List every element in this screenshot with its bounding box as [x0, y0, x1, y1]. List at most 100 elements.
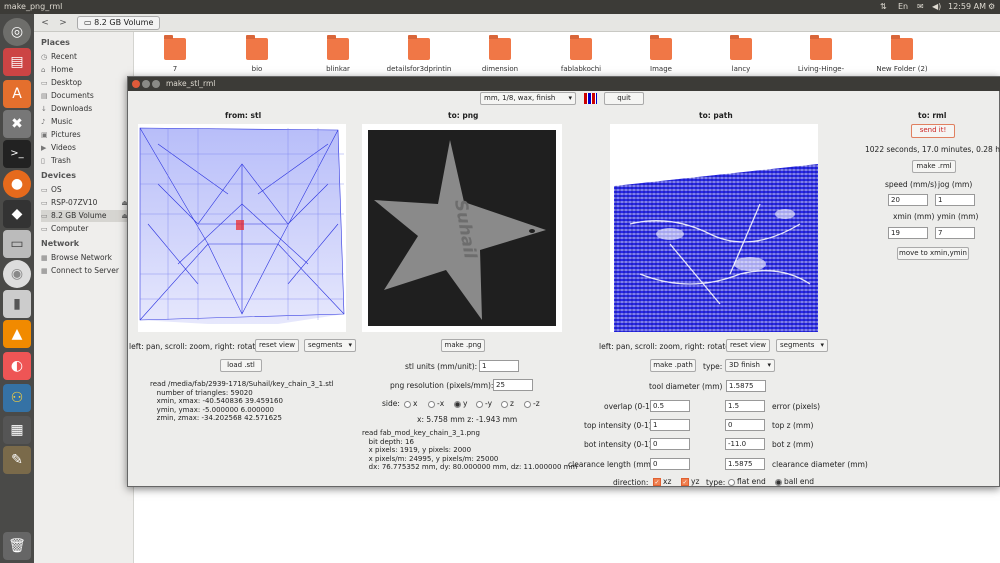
side-radio-x[interactable]: x: [404, 399, 417, 408]
sidebar-item-volume[interactable]: ▭ 8.2 GB Volume ⏏: [41, 210, 131, 222]
system-gear-icon[interactable]: ⚙: [988, 0, 995, 14]
bot-z-input[interactable]: -11.0: [725, 438, 765, 450]
breadcrumb[interactable]: ▭ 8.2 GB Volume: [77, 16, 161, 30]
side-label: side:: [382, 399, 400, 408]
side-radio-neg-y[interactable]: -y: [476, 399, 492, 408]
sidebar-item-rsp[interactable]: ▭ RSP-07ZV10 ⏏: [41, 197, 131, 209]
mail-icon[interactable]: ✉: [917, 0, 924, 14]
video-icon: ▶: [41, 144, 47, 152]
sidebar-item-os[interactable]: ▭ OS: [41, 184, 131, 196]
flat-end-radio[interactable]: flat end: [728, 477, 766, 486]
maximize-icon[interactable]: [152, 80, 160, 88]
top-intensity-input[interactable]: 1: [650, 419, 690, 431]
terminal-icon[interactable]: >_: [3, 140, 31, 168]
ball-end-radio[interactable]: ball end: [775, 477, 814, 486]
direction-yz-checkbox[interactable]: ✓ yz: [681, 477, 699, 486]
clock[interactable]: 12:59 AM: [948, 0, 986, 14]
path-type-select[interactable]: 3D finish ▾: [725, 359, 775, 372]
back-arrow-icon[interactable]: <: [38, 17, 52, 29]
minimize-icon[interactable]: [142, 80, 150, 88]
disc-icon[interactable]: ◉: [3, 260, 31, 288]
sidebar-item-connect-server[interactable]: ▦ Connect to Server: [41, 265, 131, 277]
side-radio-neg-z[interactable]: -z: [524, 399, 540, 408]
vlc-icon[interactable]: ▲: [3, 320, 31, 348]
clearance-length-input[interactable]: 0: [650, 458, 690, 470]
stl-units-label: stl units (mm/unit):: [405, 362, 478, 371]
move-to-xmin-ymin-button[interactable]: move to xmin,ymin: [897, 247, 969, 260]
drive-icon[interactable]: ▭: [3, 230, 31, 258]
make-stl-rml-window: make_stl_rml mm, 1/8, wax, finish ▾ quit…: [127, 76, 1000, 487]
make-png-button[interactable]: make .png: [441, 339, 485, 352]
calc-icon[interactable]: ▦: [3, 416, 31, 444]
speed-input[interactable]: 20: [888, 194, 928, 206]
make-path-button[interactable]: make .path: [650, 359, 696, 372]
direction-xz-checkbox[interactable]: ✓ xz: [653, 477, 671, 486]
sidebar-item-videos[interactable]: ▶ Videos: [41, 142, 131, 154]
tool-diameter-input[interactable]: 1.5875: [726, 380, 766, 392]
side-radio-neg-x[interactable]: -x: [428, 399, 444, 408]
gimp-icon[interactable]: ✎: [3, 446, 31, 474]
trash-icon[interactable]: 🗑: [3, 532, 31, 560]
stl-view-canvas[interactable]: [138, 124, 346, 332]
path-view-canvas[interactable]: [610, 124, 818, 332]
sidebar-item-trash[interactable]: ▯ Trash: [41, 155, 131, 167]
dash-icon[interactable]: ◎: [3, 18, 31, 46]
window-titlebar[interactable]: make_stl_rml: [128, 77, 1000, 91]
trash-icon: ▯: [41, 157, 45, 165]
download-icon: ↓: [41, 105, 47, 113]
path-reset-view-button[interactable]: reset view: [726, 339, 770, 352]
files-icon[interactable]: ▤: [3, 48, 31, 76]
process-select[interactable]: mm, 1/8, wax, finish ▾: [480, 92, 576, 105]
sidebar-item-recent[interactable]: ◷ Recent: [41, 51, 131, 63]
side-radio-y[interactable]: y: [454, 399, 467, 408]
breadcrumb-label: 8.2 GB Volume: [94, 18, 154, 27]
png-resolution-input[interactable]: 25: [493, 379, 533, 391]
forward-arrow-icon[interactable]: >: [56, 17, 70, 29]
error-input[interactable]: 1.5: [725, 400, 765, 412]
toolpath-render: [614, 164, 818, 332]
sidebar-item-desktop[interactable]: ▭ Desktop: [41, 77, 131, 89]
settings-icon[interactable]: ✖: [3, 110, 31, 138]
quit-button[interactable]: quit: [604, 92, 644, 105]
load-stl-button[interactable]: load .stl: [220, 359, 262, 372]
stl-units-input[interactable]: 1: [479, 360, 519, 372]
xmin-label: xmin (mm): [893, 212, 935, 221]
keyboard-layout-indicator[interactable]: En: [898, 0, 908, 14]
overlap-label: overlap (0-1): [604, 402, 653, 411]
png-view-canvas[interactable]: Suhail: [362, 124, 562, 332]
path-display-mode-select[interactable]: segments ▾: [776, 339, 828, 352]
sidebar-item-documents[interactable]: ▤ Documents: [41, 90, 131, 102]
firefox-icon[interactable]: ●: [3, 170, 31, 198]
usb-icon[interactable]: ▮: [3, 290, 31, 318]
send-it-button[interactable]: send it!: [911, 124, 955, 138]
sidebar-item-browse-network[interactable]: ▦ Browse Network: [41, 252, 131, 264]
sidebar-item-home[interactable]: ⌂ Home: [41, 64, 131, 76]
sidebar-item-music[interactable]: ♪ Music: [41, 116, 131, 128]
blender-icon[interactable]: ◐: [3, 352, 31, 380]
png-height-map: Suhail: [368, 130, 556, 326]
stl-header: from: stl: [225, 111, 262, 120]
sidebar-item-computer[interactable]: ▭ Computer: [41, 223, 131, 235]
top-z-input[interactable]: 0: [725, 419, 765, 431]
inkscape-icon[interactable]: ◆: [3, 200, 31, 228]
stl-reset-view-button[interactable]: reset view: [255, 339, 299, 352]
side-radio-z[interactable]: z: [501, 399, 514, 408]
network-indicator-icon[interactable]: ⇅: [880, 0, 887, 14]
python-icon[interactable]: ⚇: [3, 384, 31, 412]
ymin-input[interactable]: 7: [935, 227, 975, 239]
xmin-input[interactable]: 19: [888, 227, 928, 239]
software-center-icon[interactable]: A: [3, 80, 31, 108]
sound-icon[interactable]: ◀): [932, 0, 941, 14]
close-icon[interactable]: [132, 80, 140, 88]
stl-info-readout: read /media/fab/2939-1718/Suhail/key_cha…: [150, 380, 334, 422]
sidebar-item-pictures[interactable]: ▣ Pictures: [41, 129, 131, 141]
bot-intensity-input[interactable]: 0: [650, 438, 690, 450]
jog-input[interactable]: 1: [935, 194, 975, 206]
make-rml-button[interactable]: make .rml: [912, 160, 956, 173]
stl-display-mode-select[interactable]: segments ▾: [304, 339, 356, 352]
checkbox-checked-icon: ✓: [681, 478, 689, 486]
drive-icon: ▭: [84, 18, 95, 27]
overlap-input[interactable]: 0.5: [650, 400, 690, 412]
sidebar-item-downloads[interactable]: ↓ Downloads: [41, 103, 131, 115]
clearance-diameter-input[interactable]: 1.5875: [725, 458, 765, 470]
